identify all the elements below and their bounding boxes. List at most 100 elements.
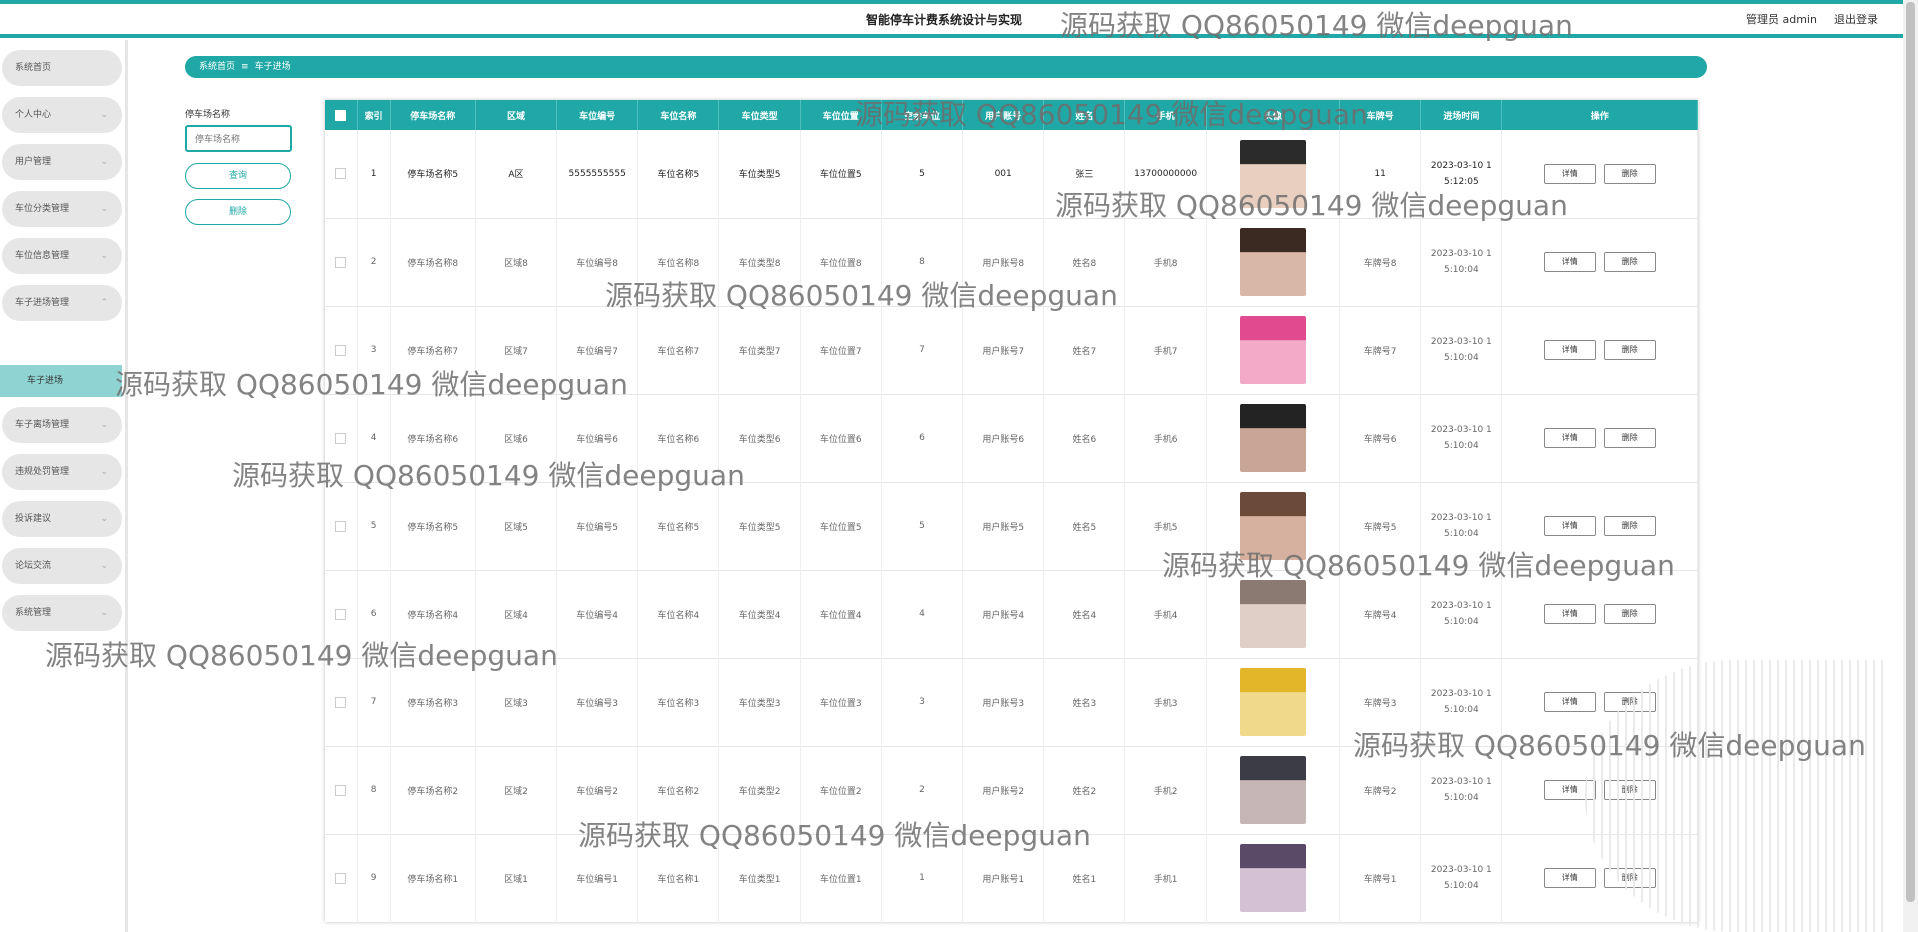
sidebar-item-forum[interactable]: 论坛交流 ⌄ [2,548,122,584]
col-header: 操作 [1501,100,1698,130]
cell-person: 姓名1 [1043,834,1126,922]
checkbox-icon [335,432,347,444]
sidebar-item-personal[interactable]: 个人中心 ⌄ [2,97,122,133]
detail-button[interactable]: 详情 [1543,516,1596,536]
table-row: 8 停车场名称2 区域2 车位编号2 车位名称2 车位类型2 车位位置2 2 用户账号2 姓名2 手… [325,746,1698,834]
delete-button[interactable]: 删除 [1603,604,1656,624]
cell-free: 3 [881,658,964,746]
sidebar-item-home[interactable]: 系统首页 [2,50,122,86]
cell-lot: 停车场名称4 [390,570,476,658]
col-header: 车位类型 [718,100,801,130]
cell-area: 区域2 [475,746,558,834]
row-checkbox[interactable] [325,658,358,746]
cell-name: 车位名称6 [637,394,720,482]
breadcrumb-home[interactable]: 系统首页 [199,62,235,72]
cell-name: 车位名称5 [637,130,720,218]
cell-free: 6 [881,394,964,482]
cell-time: 2023-03-10 15:10:04 [1420,658,1503,746]
cell-lot: 停车场名称3 [390,658,476,746]
avatar [1239,492,1306,560]
cell-code: 车位编号6 [556,394,639,482]
row-checkbox[interactable] [325,834,358,922]
cell-index: 5 [357,482,391,570]
actions-cell: 详情删除 [1501,482,1698,570]
cell-person: 姓名7 [1043,306,1126,394]
sidebar-item-car-entry[interactable]: 车子进场管理 ⌃ [2,285,122,321]
row-checkbox[interactable] [325,306,358,394]
sidebar-item-users[interactable]: 用户管理 ⌄ [2,144,122,180]
cell-plate: 车牌号3 [1339,658,1422,746]
batch-delete-button[interactable]: 删除 [185,199,291,225]
cell-type: 车位类型5 [718,130,801,218]
cell-person: 姓名2 [1043,746,1126,834]
sidebar-item-label: 违规处罚管理 [15,467,70,477]
col-header: 车牌号 [1339,100,1422,130]
delete-button[interactable]: 删除 [1603,252,1656,272]
lot-name-input[interactable] [185,125,292,152]
table-row: 4 停车场名称6 区域6 车位编号6 车位名称6 车位类型6 车位位置6 6 用户账号6 姓名6 手… [325,394,1698,482]
delete-button[interactable]: 删除 [1603,340,1656,360]
row-checkbox[interactable] [325,482,358,570]
select-all-checkbox[interactable] [325,100,358,130]
table-row: 7 停车场名称3 区域3 车位编号3 车位名称3 车位类型3 车位位置3 3 用户账号3 姓名3 手… [325,658,1698,746]
sidebar-item-label: 系统首页 [15,63,52,73]
cell-index: 4 [357,394,391,482]
detail-button[interactable]: 详情 [1543,604,1596,624]
cell-phone: 13700000000 [1124,130,1207,218]
sidebar-item-car-exit[interactable]: 车子离场管理 ⌄ [2,407,122,443]
delete-button[interactable]: 删除 [1603,516,1656,536]
cell-phone: 手机7 [1124,306,1207,394]
sidebar-subitem-car-entry[interactable]: 车子进场 [0,365,122,397]
cell-type: 车位类型7 [718,306,801,394]
scrollbar-thumb[interactable] [1906,2,1915,902]
page-scrollbar[interactable] [1903,0,1918,932]
row-checkbox[interactable] [325,570,358,658]
checkbox-icon [335,784,347,796]
cell-area: 区域8 [475,218,558,306]
delete-button[interactable]: 删除 [1603,163,1656,184]
row-checkbox[interactable] [325,394,358,482]
sidebar-item-system[interactable]: 系统管理 ⌄ [2,595,122,631]
row-checkbox[interactable] [325,218,358,306]
cell-plate: 11 [1339,130,1422,218]
avatar-cell [1206,834,1341,922]
cell-area: 区域6 [475,394,558,482]
sidebar-item-complaints[interactable]: 投诉建议 ⌄ [2,501,122,537]
detail-button[interactable]: 详情 [1543,163,1596,184]
actions-cell: 详情删除 [1501,130,1698,218]
cell-plate: 车牌号8 [1339,218,1422,306]
logout-link[interactable]: 退出登录 [1834,11,1878,27]
actions-cell: 详情删除 [1501,570,1698,658]
delete-button[interactable]: 删除 [1603,428,1656,448]
col-header: 头像 [1206,100,1341,130]
cell-free: 2 [881,746,964,834]
cell-person: 姓名5 [1043,482,1126,570]
detail-button[interactable]: 详情 [1543,340,1596,360]
cell-account: 用户账号5 [962,482,1045,570]
cell-pos: 车位位置3 [800,658,882,746]
row-checkbox[interactable] [325,746,358,834]
search-button[interactable]: 查询 [185,163,291,189]
sidebar-item-space-info[interactable]: 车位信息管理 ⌄ [2,238,122,274]
cell-index: 3 [357,306,391,394]
sidebar-item-violations[interactable]: 违规处罚管理 ⌄ [2,454,122,490]
avatar [1239,228,1306,296]
detail-button[interactable]: 详情 [1543,692,1596,712]
row-checkbox[interactable] [325,130,358,218]
table-row: 2 停车场名称8 区域8 车位编号8 车位名称8 车位类型8 车位位置8 8 用户账号8 姓名8 手… [325,218,1698,306]
detail-button[interactable]: 详情 [1543,428,1596,448]
user-label: 管理员 admin [1746,13,1817,26]
checkbox-icon [335,256,347,268]
cell-pos: 车位位置7 [800,306,882,394]
detail-button[interactable]: 详情 [1543,868,1596,888]
cell-person: 姓名3 [1043,658,1126,746]
sidebar-item-space-category[interactable]: 车位分类管理 ⌄ [2,191,122,227]
cell-account: 001 [962,130,1045,218]
cell-code: 车位编号1 [556,834,639,922]
col-header: 用户账号 [962,100,1045,130]
detail-button[interactable]: 详情 [1543,252,1596,272]
chevron-down-icon: ⌄ [100,514,108,524]
table-row: 5 停车场名称5 区域5 车位编号5 车位名称5 车位类型5 车位位置5 5 用户账号5 姓名5 手… [325,482,1698,570]
cell-type: 车位类型1 [718,834,801,922]
cell-account: 用户账号4 [962,570,1045,658]
